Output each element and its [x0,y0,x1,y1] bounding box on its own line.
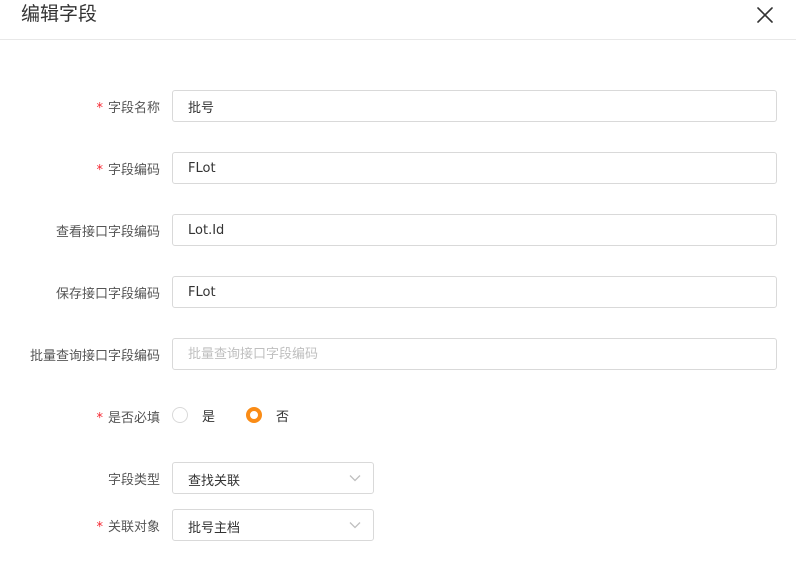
view-api-field-code-input[interactable] [172,214,777,246]
field-code-row: * 字段编码 [0,152,796,184]
radio-no-label: 否 [276,410,290,425]
field-name-input[interactable] [172,90,777,122]
radio-yes-circle [172,407,188,423]
save-api-field-code-label: 保存接口字段编码 [55,287,160,302]
field-type-row: 字段类型 查找关联 [0,462,796,494]
required-mark: * [96,163,103,178]
related-object-row: * 关联对象 批号主档 [0,509,796,541]
batch-query-api-field-code-input[interactable] [172,338,777,370]
required-mark: * [96,411,103,426]
save-api-field-code-row: 保存接口字段编码 [0,276,796,308]
radio-yes[interactable]: 是 [172,406,222,425]
batch-query-api-field-code-row: 批量查询接口字段编码 [0,338,796,370]
batch-query-api-field-code-label: 批量查询接口字段编码 [29,349,160,364]
view-api-field-code-label: 查看接口字段编码 [55,225,160,240]
save-api-field-code-input[interactable] [172,276,777,308]
field-code-label: * 字段编码 [96,163,160,178]
dialog-header: 编辑字段 [0,0,796,40]
field-name-label: * 字段名称 [96,101,160,116]
related-object-select[interactable]: 批号主档 [172,509,374,541]
close-button[interactable] [752,2,778,28]
field-type-label: 字段类型 [107,473,160,488]
related-object-value: 批号主档 [188,521,241,536]
related-object-label: * 关联对象 [96,520,160,535]
field-code-input[interactable] [172,152,777,184]
field-type-value: 查找关联 [188,474,241,489]
field-type-select[interactable]: 查找关联 [172,462,374,494]
field-name-row: * 字段名称 [0,90,796,122]
radio-no[interactable]: 否 [246,406,296,425]
required-mark: * [96,520,103,535]
radio-no-circle [246,407,262,423]
chevron-down-icon [349,475,361,482]
dialog-title: 编辑字段 [21,3,98,25]
required-mark: * [96,101,103,116]
chevron-down-icon [349,522,361,529]
radio-yes-label: 是 [202,410,216,425]
required-choice-label: * 是否必填 [96,411,160,426]
required-choice-row: * 是否必填 是 否 [0,406,796,426]
view-api-field-code-row: 查看接口字段编码 [0,214,796,246]
close-icon [757,7,773,23]
